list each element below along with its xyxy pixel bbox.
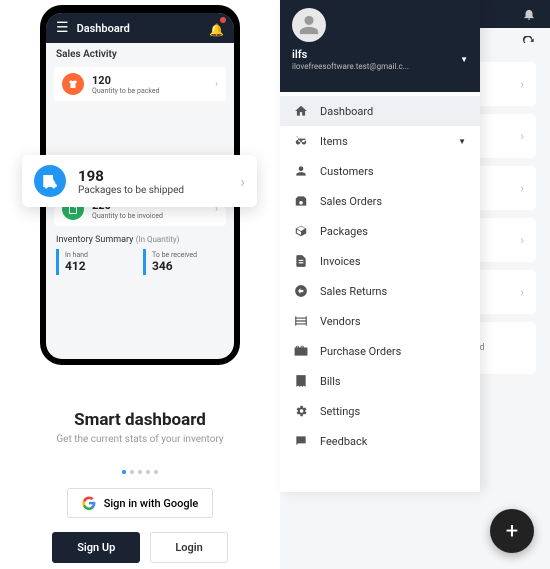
notification-dot bbox=[220, 17, 226, 23]
nav-icon bbox=[294, 344, 308, 358]
page-indicator bbox=[122, 470, 158, 474]
nav-item-bills[interactable]: Bills bbox=[280, 366, 480, 396]
nav-icon bbox=[294, 284, 308, 298]
username: ilfs bbox=[292, 48, 409, 61]
nav-icon bbox=[294, 194, 308, 208]
appbar: ☰ Dashboard 🔔 bbox=[46, 13, 234, 43]
login-button[interactable]: Login bbox=[150, 532, 227, 563]
inventory-summary-header: Inventory Summary (In Quantity) bbox=[46, 229, 234, 249]
inventory-to-receive: To be received346 bbox=[143, 249, 224, 275]
inventory-in-hand: In hand412 bbox=[56, 249, 137, 275]
truck-icon bbox=[34, 165, 66, 197]
nav-icon bbox=[294, 134, 308, 148]
nav-item-feedback[interactable]: Feedback bbox=[280, 426, 480, 456]
nav-item-invoices[interactable]: Invoices bbox=[280, 246, 480, 276]
bell-icon[interactable] bbox=[522, 7, 536, 21]
nav-item-customers[interactable]: Customers bbox=[280, 156, 480, 186]
stat-card-packed[interactable]: 120Quantity to be packed › bbox=[54, 67, 226, 101]
nav-item-items[interactable]: Items▼ bbox=[280, 126, 480, 156]
signup-button[interactable]: Sign Up bbox=[52, 532, 140, 563]
nav-item-purchase-orders[interactable]: Purchase Orders bbox=[280, 336, 480, 366]
tshirt-icon bbox=[62, 73, 84, 95]
nav-icon bbox=[294, 254, 308, 268]
notification-bell[interactable]: 🔔 bbox=[209, 19, 224, 38]
nav-item-sales-returns[interactable]: Sales Returns bbox=[280, 276, 480, 306]
appbar-title: Dashboard bbox=[77, 22, 209, 35]
nav-icon bbox=[294, 404, 308, 418]
nav-icon bbox=[294, 314, 308, 328]
nav-item-settings[interactable]: Settings bbox=[280, 396, 480, 426]
nav-drawer: ilfs ilovefreesoftware.test@gmail.c... ▼… bbox=[280, 0, 480, 492]
chevron-down-icon[interactable]: ▼ bbox=[460, 55, 468, 64]
headline: Smart dashboard bbox=[74, 410, 206, 430]
chevron-right-icon: › bbox=[240, 172, 245, 191]
fab-add[interactable]: + bbox=[490, 509, 534, 553]
google-signin-button[interactable]: Sign in with Google bbox=[67, 488, 214, 518]
nav-icon bbox=[294, 164, 308, 178]
drawer-header[interactable]: ilfs ilovefreesoftware.test@gmail.c... ▼ bbox=[280, 0, 480, 92]
nav-item-vendors[interactable]: Vendors bbox=[280, 306, 480, 336]
hamburger-icon[interactable]: ☰ bbox=[56, 20, 69, 36]
nav-icon bbox=[294, 104, 308, 118]
avatar bbox=[292, 8, 326, 42]
stat-card-shipped[interactable]: 198Packages to be shipped › bbox=[22, 155, 257, 207]
google-icon bbox=[82, 496, 96, 510]
nav-item-packages[interactable]: Packages bbox=[280, 216, 480, 246]
subline: Get the current stats of your inventory bbox=[56, 434, 223, 445]
nav-item-sales-orders[interactable]: Sales Orders bbox=[280, 186, 480, 216]
user-email: ilovefreesoftware.test@gmail.c... bbox=[292, 62, 409, 71]
chevron-right-icon: › bbox=[215, 79, 218, 90]
nav-icon bbox=[294, 434, 308, 448]
section-header: Sales Activity bbox=[46, 43, 234, 64]
bell-icon: 🔔 bbox=[209, 23, 224, 37]
onboarding-panel: ☰ Dashboard 🔔 Sales Activity 120Quantity… bbox=[0, 0, 280, 569]
nav-item-dashboard[interactable]: Dashboard bbox=[280, 96, 480, 126]
nav-icon bbox=[294, 224, 308, 238]
refresh-icon[interactable] bbox=[522, 36, 536, 50]
nav-icon bbox=[294, 374, 308, 388]
chevron-down-icon: ▼ bbox=[458, 137, 466, 146]
